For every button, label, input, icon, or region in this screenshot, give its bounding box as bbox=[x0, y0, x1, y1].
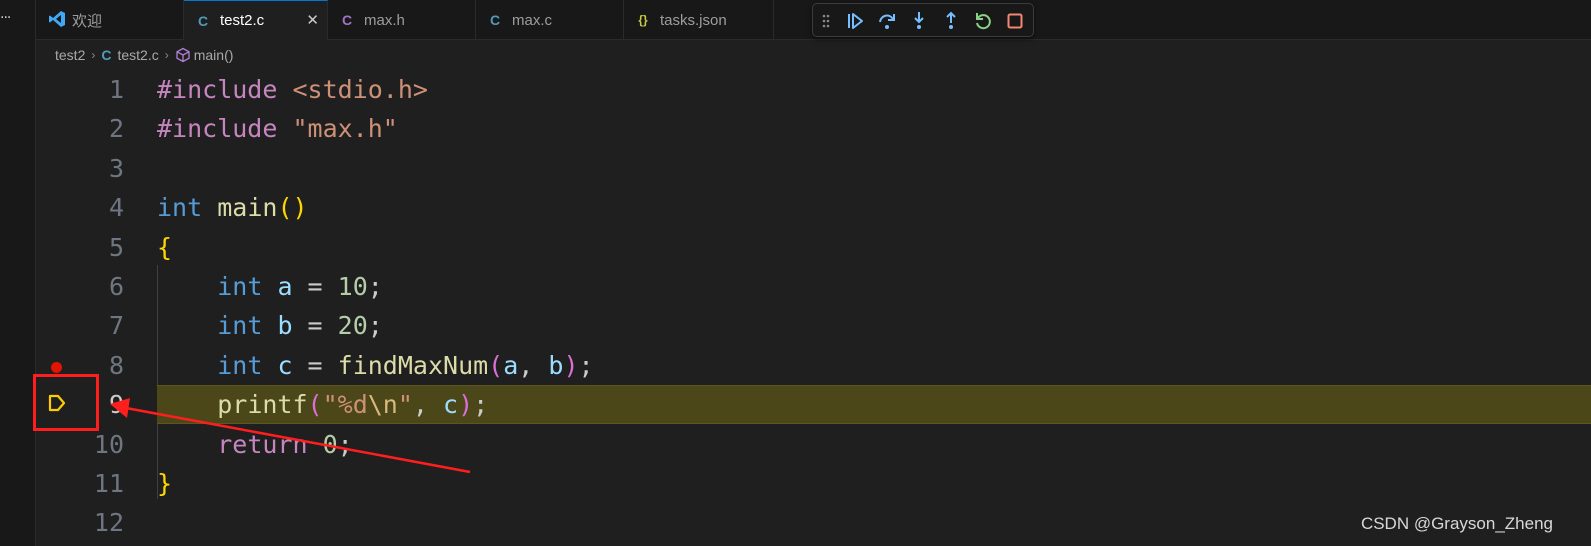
annotation-arrow bbox=[110, 398, 471, 474]
watermark: CSDN @Grayson_Zheng bbox=[1360, 514, 1553, 533]
